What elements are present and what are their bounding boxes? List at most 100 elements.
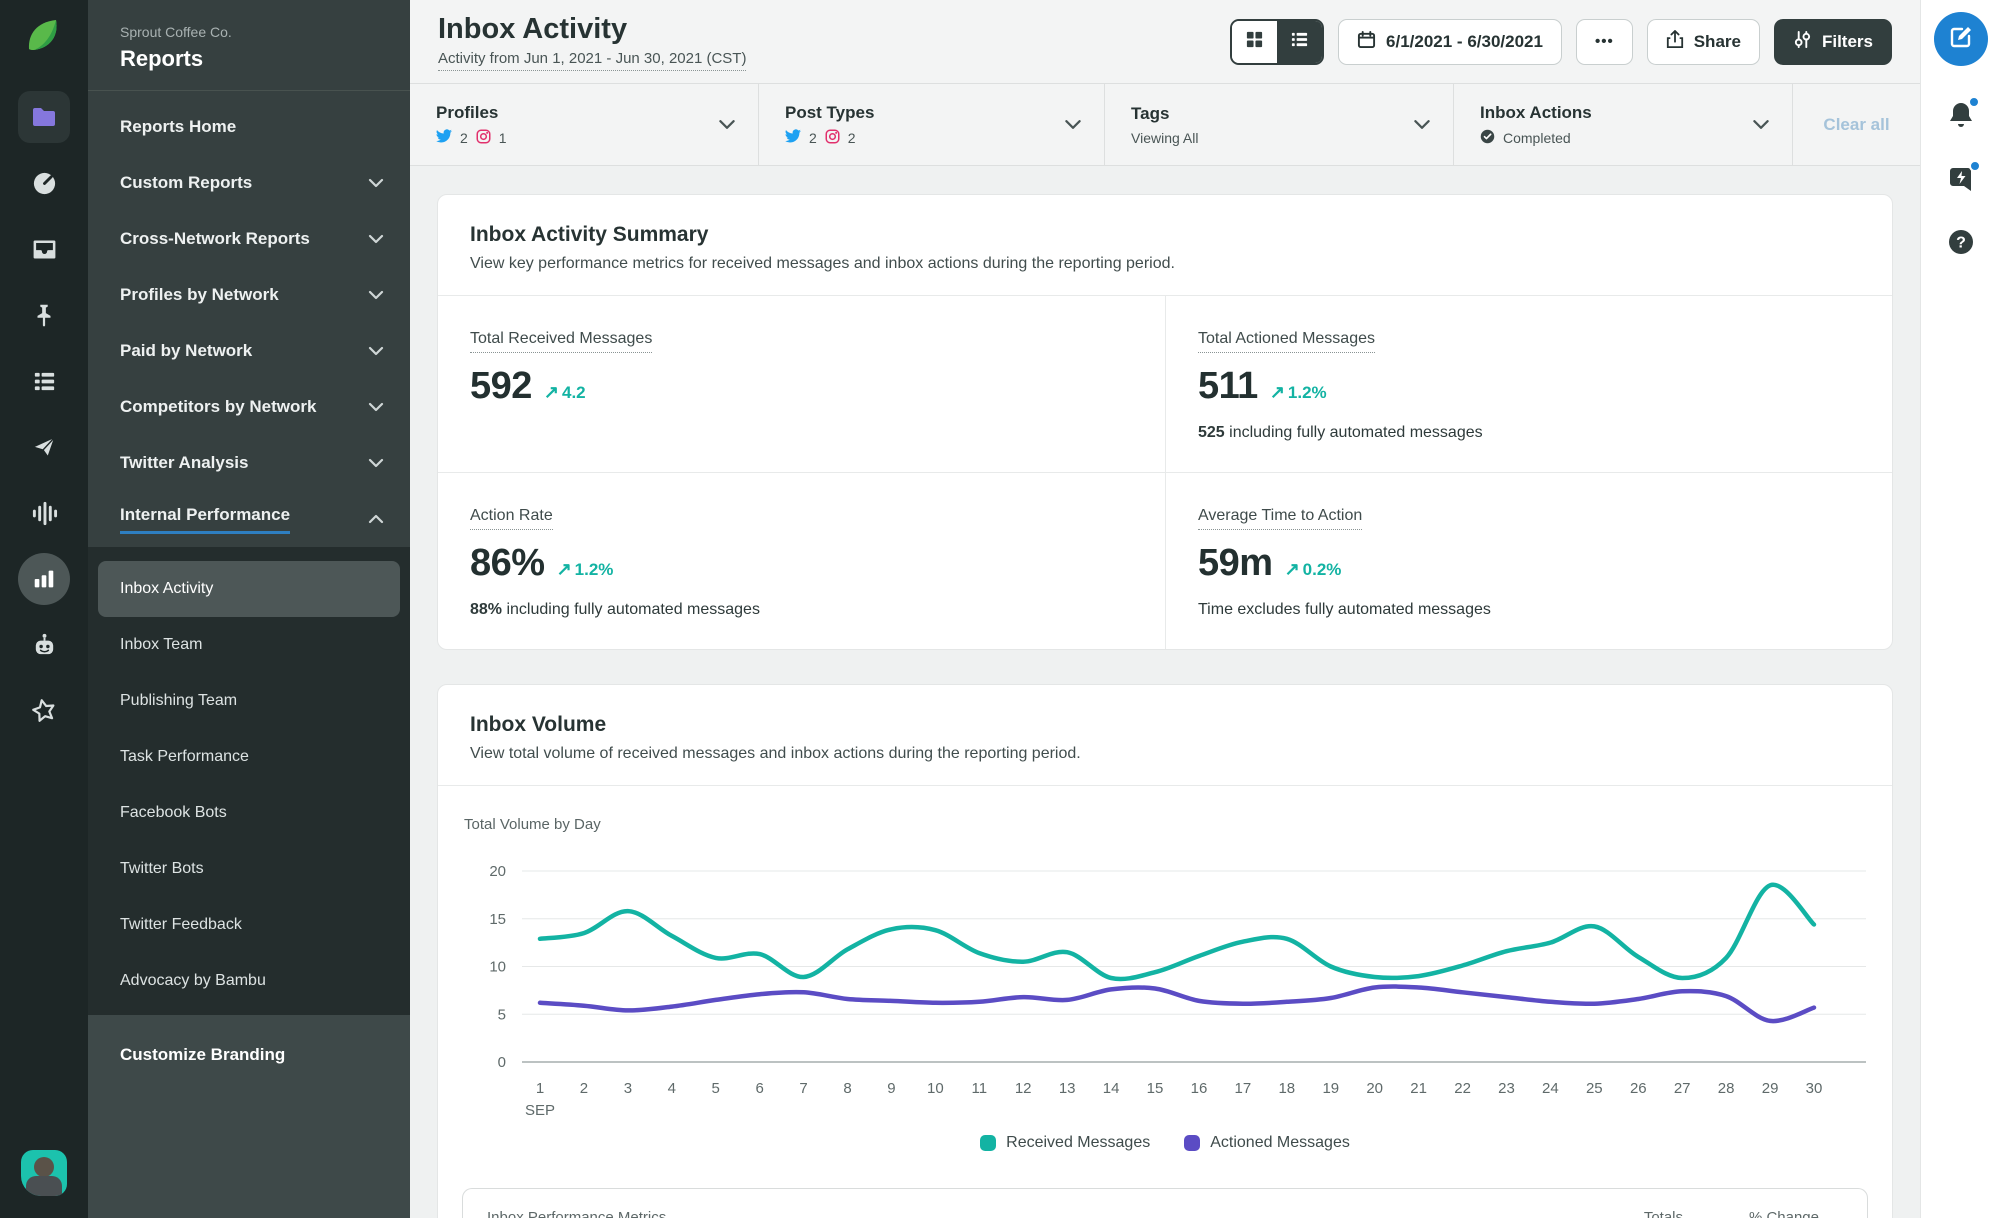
quick-actions-badge xyxy=(1968,160,1981,172)
sidebar-subitem-inbox-team[interactable]: Inbox Team xyxy=(98,617,400,673)
listening-wave-icon[interactable] xyxy=(18,487,70,539)
volume-card-subtitle: View total volume of received messages a… xyxy=(470,745,1081,762)
column-percent-change: % Change xyxy=(1748,1209,1819,1218)
svg-text:7: 7 xyxy=(799,1080,807,1097)
sidebar-subitem-publishing-team[interactable]: Publishing Team xyxy=(98,673,400,729)
page-title: Inbox Activity xyxy=(438,12,628,45)
svg-text:4: 4 xyxy=(668,1080,676,1097)
notifications-bell-icon[interactable] xyxy=(1947,96,1980,130)
dashboard-icon[interactable] xyxy=(18,157,70,209)
inbox-actions-filter[interactable]: Inbox Actions Completed xyxy=(1454,84,1793,165)
inbox-activity-summary-card: Inbox Activity Summary View key performa… xyxy=(437,194,1893,650)
user-avatar[interactable] xyxy=(21,1150,67,1196)
check-circle-icon xyxy=(1480,129,1495,147)
list-icon[interactable] xyxy=(18,355,70,407)
share-button[interactable]: Share xyxy=(1646,18,1760,65)
post-types-filter[interactable]: Post Types 2 2 xyxy=(759,84,1105,165)
more-options-button[interactable]: ••• xyxy=(1575,18,1633,65)
inbox-icon[interactable] xyxy=(18,223,70,275)
metric-delta: ↗ 0.2% xyxy=(1284,559,1342,579)
sidebar-subitem-advocacy-by-bambu[interactable]: Advocacy by Bambu xyxy=(98,953,400,1009)
svg-text:21: 21 xyxy=(1410,1080,1427,1097)
trend-up-icon: ↗ xyxy=(1284,559,1300,579)
sidebar-item-profiles-by-network[interactable]: Profiles by Network xyxy=(88,267,410,323)
help-icon[interactable]: ? xyxy=(1947,228,1975,256)
compose-button[interactable] xyxy=(1933,12,1988,66)
metric-delta: ↗ 1.2% xyxy=(556,559,614,579)
volume-chart-section: Total Volume by Day 20 15 10 5 0 1 2 3 4 5 6 7 8 9 10 1… xyxy=(438,786,1892,1184)
chevron-down-icon xyxy=(368,402,384,412)
pin-icon[interactable] xyxy=(18,289,70,341)
left-icon-rail xyxy=(0,0,88,1218)
filters-button[interactable]: Filters xyxy=(1773,18,1892,65)
svg-text:8: 8 xyxy=(843,1080,851,1097)
app-window: Sprout Coffee Co. Reports Reports Home C… xyxy=(0,0,2000,1218)
ellipsis-icon: ••• xyxy=(1594,33,1614,50)
clear-all-button[interactable]: Clear all xyxy=(1823,115,1889,135)
folders-icon[interactable] xyxy=(18,91,70,143)
svg-text:16: 16 xyxy=(1191,1080,1208,1097)
metric-value: 86% xyxy=(470,542,545,584)
star-icon[interactable] xyxy=(18,685,70,737)
svg-text:11: 11 xyxy=(972,1080,988,1097)
reports-bar-chart-icon[interactable] xyxy=(18,553,70,605)
sidebar-item-reports-home[interactable]: Reports Home xyxy=(88,99,410,155)
svg-text:15: 15 xyxy=(489,911,506,928)
sidebar-item-competitors-by-network[interactable]: Competitors by Network xyxy=(88,379,410,435)
sliders-icon xyxy=(1793,30,1812,54)
svg-text:?: ? xyxy=(1956,235,1966,252)
reports-sidebar: Sprout Coffee Co. Reports Reports Home C… xyxy=(88,0,410,1218)
legend-actioned-messages[interactable]: Actioned Messages xyxy=(1184,1134,1350,1152)
sidebar-item-twitter-analysis[interactable]: Twitter Analysis xyxy=(88,435,410,491)
sidebar-item-internal-performance[interactable]: Internal Performance xyxy=(88,491,410,547)
sidebar-item-custom-reports[interactable]: Custom Reports xyxy=(88,155,410,211)
summary-card-title: Inbox Activity Summary xyxy=(470,223,709,246)
svg-text:2: 2 xyxy=(580,1080,588,1097)
sidebar-subitem-inbox-activity[interactable]: Inbox Activity xyxy=(98,561,400,617)
sidebar-title: Reports xyxy=(120,46,204,71)
profiles-filter[interactable]: Profiles 2 1 xyxy=(410,84,759,165)
column-totals: Totals xyxy=(1643,1209,1683,1218)
svg-text:1: 1 xyxy=(536,1080,544,1097)
publish-plane-icon[interactable] xyxy=(18,421,70,473)
svg-text:19: 19 xyxy=(1322,1080,1339,1097)
filter-bar: Profiles 2 1 Post Types 2 2 Tags Viewing… xyxy=(410,84,1920,166)
sidebar-subitem-twitter-bots[interactable]: Twitter Bots xyxy=(98,841,400,897)
share-icon xyxy=(1666,29,1684,54)
inbox-performance-metrics-table: Inbox Performance Metrics Totals % Chang… xyxy=(462,1188,1868,1218)
sidebar-subitem-twitter-feedback[interactable]: Twitter Feedback xyxy=(98,897,400,953)
metric-total-received-messages: Total Received Messages 592 ↗ 4.2 xyxy=(470,330,653,407)
metric-total-actioned-messages: Total Actioned Messages 511 ↗ 1.2% 525 in… xyxy=(1165,296,1892,472)
notification-badge xyxy=(1967,96,1980,108)
report-date-summary[interactable]: Activity from Jun 1, 2021 - Jun 30, 2021… xyxy=(438,50,747,71)
svg-text:23: 23 xyxy=(1498,1080,1515,1097)
metric-action-rate: Action Rate 86% ↗ 1.2% 88% including full… xyxy=(438,472,1165,649)
share-label: Share xyxy=(1693,31,1741,51)
twitter-icon xyxy=(436,129,452,146)
legend-received-messages[interactable]: Received Messages xyxy=(980,1134,1150,1152)
svg-text:24: 24 xyxy=(1542,1080,1559,1097)
quick-actions-bubble-icon[interactable] xyxy=(1946,160,1981,194)
sidebar-item-paid-by-network[interactable]: Paid by Network xyxy=(88,323,410,379)
svg-text:22: 22 xyxy=(1454,1080,1471,1097)
internal-performance-submenu: Inbox Activity Inbox Team Publishing Tea… xyxy=(88,547,410,1015)
svg-text:0: 0 xyxy=(498,1054,506,1071)
sidebar-item-cross-network-reports[interactable]: Cross-Network Reports xyxy=(88,211,410,267)
svg-text:25: 25 xyxy=(1586,1080,1603,1097)
right-icon-rail: ? xyxy=(1920,0,2000,1218)
tags-filter[interactable]: Tags Viewing All xyxy=(1105,84,1454,165)
chevron-down-icon xyxy=(368,290,384,300)
sprout-logo[interactable] xyxy=(24,16,64,61)
sidebar-subitem-task-performance[interactable]: Task Performance xyxy=(98,729,400,785)
svg-text:20: 20 xyxy=(489,863,506,880)
list-view-button[interactable] xyxy=(1277,20,1323,63)
sidebar-subitem-facebook-bots[interactable]: Facebook Bots xyxy=(98,785,400,841)
bot-icon[interactable] xyxy=(18,619,70,671)
svg-text:15: 15 xyxy=(1147,1080,1164,1097)
svg-text:10: 10 xyxy=(927,1080,944,1097)
customize-branding-link[interactable]: Customize Branding xyxy=(88,1015,410,1218)
instagram-icon xyxy=(825,129,840,147)
grid-view-button[interactable] xyxy=(1232,20,1278,63)
date-range-button[interactable]: 6/1/2021 - 6/30/2021 xyxy=(1338,18,1562,65)
report-content: Inbox Activity Summary View key performa… xyxy=(410,166,1920,1218)
